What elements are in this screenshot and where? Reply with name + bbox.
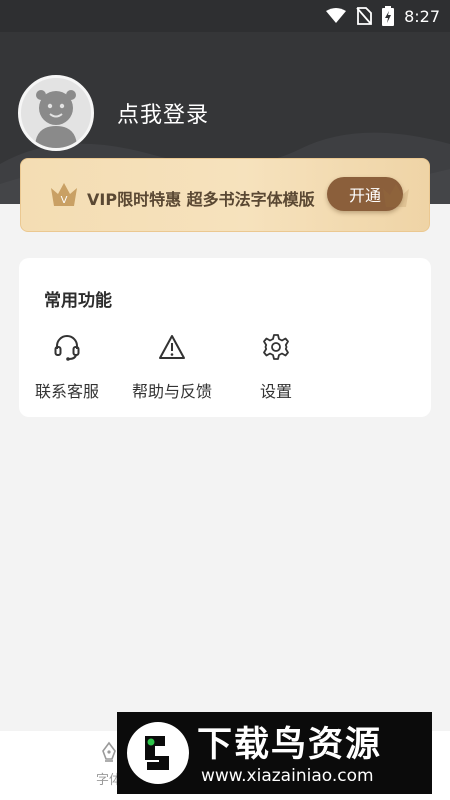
help-feedback-label: 帮助与反馈 [132,382,213,401]
watermark-title: 下载鸟资源 [197,725,383,765]
login-prompt[interactable]: 点我登录 [117,97,209,129]
wifi-icon [326,8,347,24]
vip-promo-text: VIP限时特惠 超多书法字体模版 [87,190,315,209]
common-functions-card: 常用功能 联系客服 帮助与反馈 设置 [19,258,431,417]
vip-crown-badge: V [61,195,68,206]
avatar[interactable] [18,75,94,151]
vip-decoration-icon [383,184,409,207]
headset-icon [52,332,82,362]
status-bar: 8:27 [0,0,450,32]
clock-time: 8:27 [404,6,440,26]
card-title: 常用功能 [44,291,112,311]
vip-crown-icon: V [51,183,77,206]
contact-support-label: 联系客服 [35,382,100,401]
contact-support-button[interactable]: 联系客服 [35,332,99,402]
warning-triangle-icon [157,332,187,362]
battery-charging-icon [382,6,395,26]
help-feedback-button[interactable]: 帮助与反馈 [132,332,212,402]
default-avatar-icon [21,78,91,148]
gear-icon [261,332,291,362]
no-sim-icon [356,7,372,25]
watermark-url: www.xiazainiao.com [201,766,374,786]
watermark-bird-logo-icon [127,722,189,784]
settings-label: 设置 [260,382,293,401]
settings-button[interactable]: 设置 [260,332,292,402]
vip-promo-banner[interactable]: V VIP限时特惠 超多书法字体模版 开通 [20,158,430,232]
watermark-overlay: 下载鸟资源 www.xiazainiao.com [117,712,432,794]
